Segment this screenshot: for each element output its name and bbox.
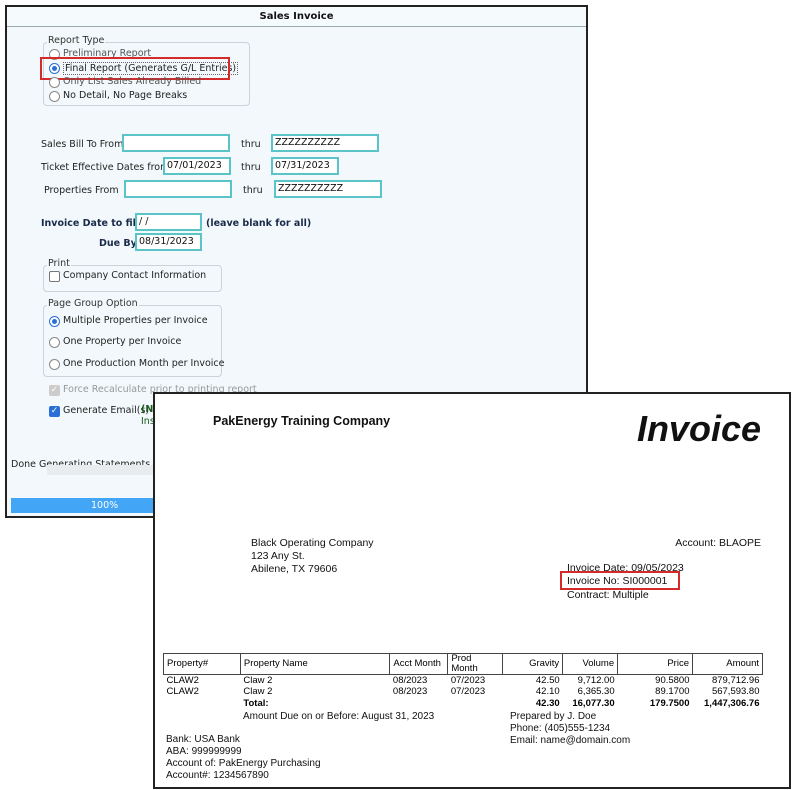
company-name: PakEnergy Training Company xyxy=(213,414,391,428)
invoice-table: Property# Property Name Acct Month Prod … xyxy=(163,653,763,709)
print-legend: Print xyxy=(47,258,71,269)
properties-label: Properties From xyxy=(44,185,119,196)
ticket-dates-label: Ticket Effective Dates from xyxy=(41,162,170,173)
thru-label: thru xyxy=(241,162,261,173)
email: Email: name@domain.com xyxy=(510,735,631,746)
sales-bill-to-from-input[interactable] xyxy=(122,134,230,152)
table-row: CLAW2 Claw 2 08/2023 07/2023 42.50 9,712.00 90… xyxy=(166,675,760,686)
sales-bill-to-label: Sales Bill To From xyxy=(41,139,124,150)
table-header: Property# Property Name Acct Month Prod … xyxy=(163,653,763,675)
invoice-title: Invoice xyxy=(636,408,761,449)
prepared-by: Prepared by J. Doe xyxy=(510,711,597,722)
highlight-box xyxy=(560,571,680,590)
bank: Bank: USA Bank xyxy=(166,734,240,745)
report-type-legend: Report Type xyxy=(47,35,106,46)
sales-bill-to-thru-input[interactable]: ZZZZZZZZZZ xyxy=(271,134,379,152)
properties-thru-input[interactable]: ZZZZZZZZZZ xyxy=(274,180,382,198)
aba: ABA: 999999999 xyxy=(166,746,242,757)
amount-due: Amount Due on or Before: August 31, 2023 xyxy=(243,711,435,722)
ticket-thru-input[interactable]: 07/31/2023 xyxy=(271,157,339,175)
bill-to-name: Black Operating Company xyxy=(251,537,374,549)
account-of: Account of: PakEnergy Purchasing xyxy=(166,758,321,769)
invoice-date-hint: (leave blank for all) xyxy=(206,218,312,229)
progress-label: 100% xyxy=(91,500,119,511)
bill-to-street: 123 Any St. xyxy=(251,550,305,562)
thru-label: thru xyxy=(241,139,261,150)
properties-from-input[interactable] xyxy=(124,180,232,198)
due-by-input[interactable]: 08/31/2023 xyxy=(135,233,202,251)
phone: Phone: (405)555-1234 xyxy=(510,723,611,734)
ticket-from-input[interactable]: 07/01/2023 xyxy=(163,157,231,175)
table-row: CLAW2 Claw 2 08/2023 07/2023 42.10 6,365.30 89… xyxy=(166,686,760,698)
window-title: Sales Invoice xyxy=(7,7,586,27)
account: Account: BLAOPE xyxy=(675,537,761,549)
account-number: Account#: 1234567890 xyxy=(166,770,269,781)
invoice-document: PakEnergy Training Company Invoice Black… xyxy=(153,392,791,789)
invoice-date-input[interactable]: / / xyxy=(135,213,202,231)
total-row: Total: 42.30 16,077.30 179.7500 1,447,306.76 xyxy=(243,697,760,709)
contract: Contract: Multiple xyxy=(567,589,649,601)
page-group-legend: Page Group Option xyxy=(47,298,139,309)
thru-label: thru xyxy=(243,185,263,196)
bill-to-city: Abilene, TX 79606 xyxy=(251,563,338,575)
due-by-label: Due By xyxy=(99,238,137,249)
